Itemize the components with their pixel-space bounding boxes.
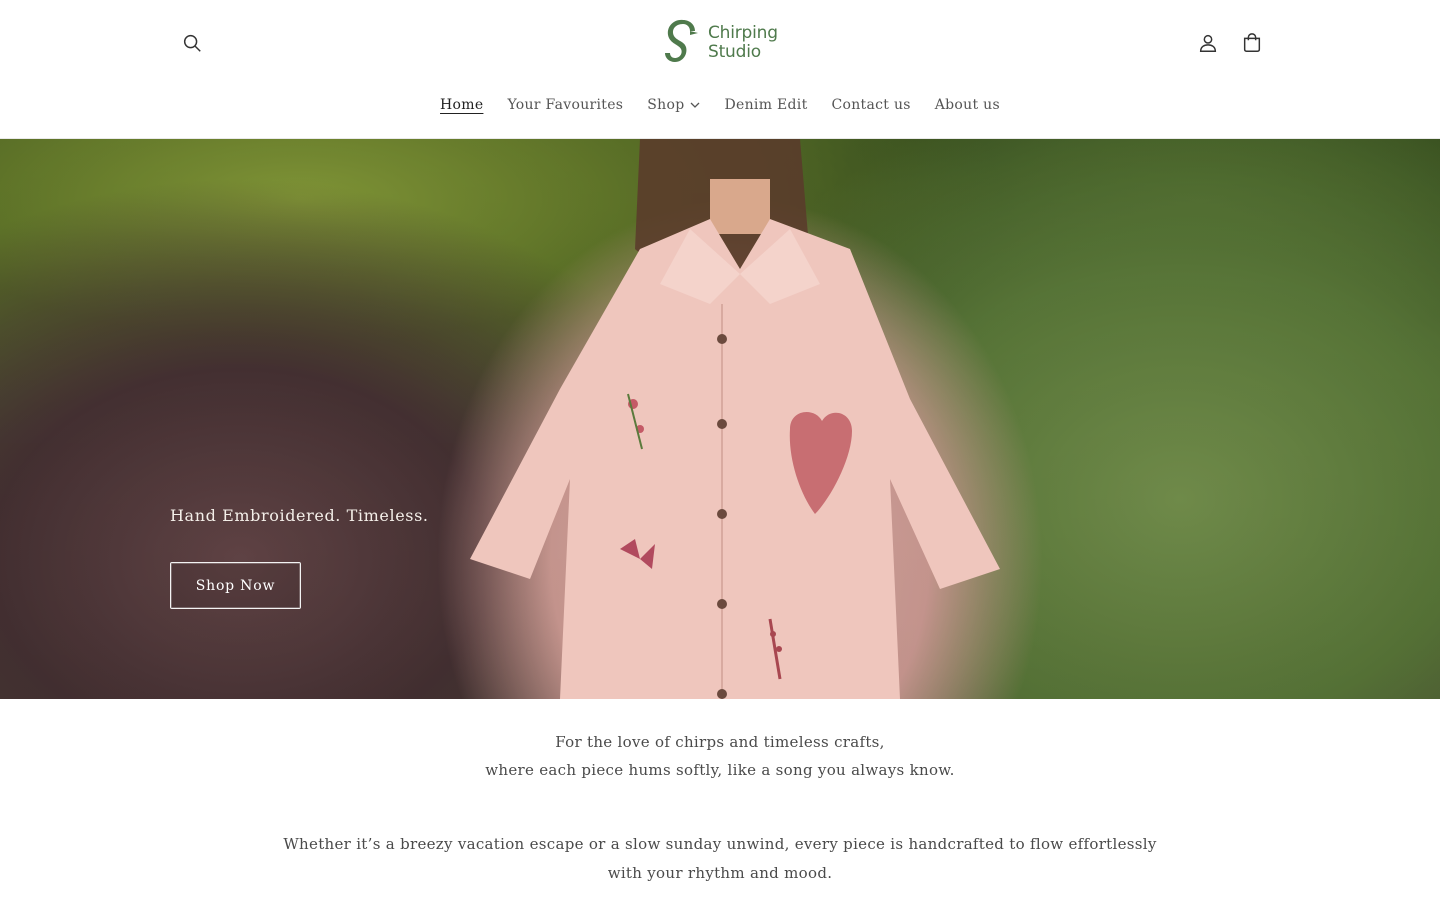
hero-image-shirt <box>470 139 1000 699</box>
bird-logo-icon <box>665 19 698 62</box>
account-icon[interactable] <box>1186 21 1230 65</box>
nav-item-home[interactable]: Home <box>428 89 495 121</box>
intro-paragraph-2-line-1: Whether it’s a breezy vacation escape or… <box>283 835 1157 853</box>
brand-wordmark: Chirping Studio <box>708 24 778 62</box>
search-icon[interactable] <box>170 21 214 65</box>
brand-name-line1: Chirping <box>708 23 778 43</box>
cart-icon[interactable] <box>1230 21 1274 65</box>
shop-now-button[interactable]: Shop Now <box>170 562 301 609</box>
nav-label: About us <box>934 97 1000 113</box>
intro-section: For the love of chirps and timeless craf… <box>0 728 1440 888</box>
intro-line-2: where each piece hums softly, like a son… <box>485 761 955 779</box>
nav-item-your-favourites[interactable]: Your Favourites <box>495 89 635 121</box>
nav-item-denim-edit[interactable]: Denim Edit <box>712 89 819 121</box>
nav-label: Your Favourites <box>507 97 624 113</box>
main-nav: Home Your Favourites Shop Denim Edit Con… <box>0 86 1440 124</box>
nav-item-about-us[interactable]: About us <box>923 89 1012 121</box>
hero-banner: Hand Embroidered. Timeless. Shop Now <box>0 139 1440 699</box>
chevron-down-icon <box>691 102 700 108</box>
intro-line-1: For the love of chirps and timeless craf… <box>555 733 885 751</box>
brand-logo[interactable]: Chirping Studio <box>660 18 778 68</box>
nav-label: Denim Edit <box>724 97 808 113</box>
nav-item-shop[interactable]: Shop <box>635 89 712 121</box>
intro-paragraph-2-line-2: with your rhythm and mood. <box>607 864 833 882</box>
nav-item-contact-us[interactable]: Contact us <box>820 89 923 121</box>
site-header: Chirping Studio Home Your Favourites Sho… <box>0 0 1440 139</box>
nav-label: Shop <box>647 97 685 113</box>
hero-tagline: Hand Embroidered. Timeless. <box>170 506 429 525</box>
brand-name-line2: Studio <box>708 42 761 62</box>
nav-label: Contact us <box>831 97 911 113</box>
nav-label: Home <box>440 97 484 113</box>
